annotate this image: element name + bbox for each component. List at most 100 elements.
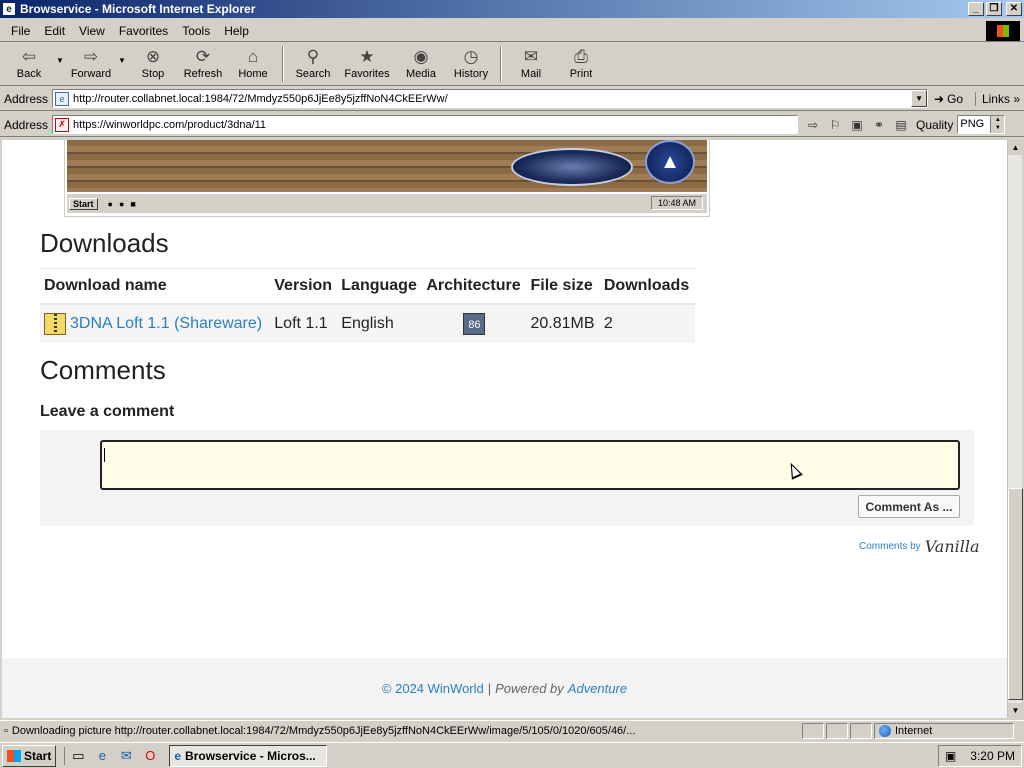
history-icon: ◷ (463, 47, 479, 66)
go-arrow-icon: ➜ (934, 91, 945, 106)
show-desktop-icon[interactable]: ▭ (69, 747, 87, 765)
status-cell (826, 722, 848, 739)
col-downloads: Downloads (599, 268, 695, 305)
firefox-icon: ● (107, 198, 113, 209)
maximize-button[interactable]: ❐ (986, 2, 1002, 16)
col-version: Version (270, 268, 338, 305)
comment-form: Comment As ... (40, 430, 974, 526)
print-icon: ⎙ (574, 47, 588, 66)
opera-icon[interactable]: O (141, 747, 159, 765)
forward-arrow-icon: ⇨ (83, 47, 99, 66)
address-dropdown[interactable]: ▼ (911, 90, 928, 107)
status-cell (802, 722, 824, 739)
taskbar-item-browservice[interactable]: e Browservice - Micros... (169, 744, 328, 767)
back-dropdown[interactable]: ▼ (54, 44, 66, 65)
quality-select[interactable]: PNG ▲ ▼ (957, 115, 1006, 134)
home-button[interactable]: ⌂ Home (228, 44, 278, 84)
go-button[interactable]: ➜ Go (934, 92, 963, 106)
zip-file-icon (44, 313, 66, 335)
quality-control: Quality PNG ▲ ▼ (916, 115, 1006, 134)
col-language: Language (337, 268, 423, 305)
start-button[interactable]: Start (2, 744, 57, 767)
downloads-table: Download name Version Language Architect… (40, 268, 695, 343)
insecure-icon: ✗ (55, 117, 70, 132)
windows-taskbar: Start ▭ e ✉ O e Browservice - Micros... … (0, 742, 1024, 768)
scroll-thumb[interactable] (1008, 488, 1023, 700)
menu-favorites[interactable]: Favorites (112, 24, 175, 38)
mail-button[interactable]: ✉ Mail (506, 44, 556, 84)
page-footer: © 2024 WinWorld | Powered by Adventure (2, 658, 1007, 718)
status-cell (850, 722, 872, 739)
scroll-down-icon[interactable]: ▼ (1008, 703, 1023, 718)
address-input[interactable]: e http://router.collabnet.local:1984/72/… (52, 89, 929, 108)
menu-view[interactable]: View (72, 24, 112, 38)
quick-launch: ▭ e ✉ O (64, 746, 159, 765)
standard-toolbar: ⇦ Back ▼ ⇨ Forward ▼ ⊗ Stop ⟳ Refresh ⌂ Home … (0, 44, 1024, 86)
ie-icon: e (174, 748, 182, 763)
search-button[interactable]: ⚲ Search (288, 44, 338, 84)
page-viewport[interactable]: ▲ Start ● ● ■ 10:48 AM Downloads Download … (2, 140, 1007, 718)
status-bar: ▫ Downloading picture http://router.colla… (0, 720, 1024, 740)
stop-button[interactable]: ⊗ Stop (128, 44, 178, 84)
network-icon[interactable]: ▣ (945, 749, 956, 763)
vanilla-logo: Vanilla (924, 537, 980, 556)
product-screenshot[interactable]: ▲ Start ● ● ■ 10:48 AM (64, 140, 710, 217)
print-button[interactable]: ⎙ Print (556, 44, 606, 84)
vertical-scrollbar[interactable]: ▲ ▼ (1007, 140, 1023, 718)
download-link[interactable]: 3DNA Loft 1.1 (Shareware) (70, 315, 262, 332)
links-button[interactable]: Links » (974, 91, 1020, 106)
copyright-link[interactable]: © 2024 WinWorld (382, 681, 484, 696)
back-button[interactable]: ⇦ Back (4, 44, 54, 84)
address-url: http://router.collabnet.local:1984/72/Mm… (73, 92, 448, 105)
windows-flag-icon (7, 749, 21, 762)
text-caret (104, 448, 105, 462)
browservice-address-input[interactable]: ✗ https://winworldpc.com/product/3dna/11 (52, 115, 799, 134)
minimize-button[interactable]: _ (968, 2, 984, 16)
3dna-logo-icon: ▲ (645, 140, 695, 184)
internet-globe-icon (879, 724, 891, 737)
home-icon: ⌂ (247, 47, 259, 66)
scroll-up-icon[interactable]: ▲ (1008, 140, 1023, 155)
status-message: Downloading picture http://router.collab… (11, 724, 636, 737)
window-icon[interactable]: ▣ (848, 116, 866, 134)
menu-help[interactable]: Help (217, 24, 256, 38)
media-icon: ◉ (413, 47, 429, 66)
stop-icon: ⊗ (145, 47, 161, 66)
history-button[interactable]: ◷ History (446, 44, 496, 84)
favorites-button[interactable]: ★ Favorites (338, 44, 396, 84)
address-bar-ie: Address e http://router.collabnet.local:… (0, 87, 1024, 111)
navigate-arrow-icon[interactable]: ⇨ (804, 116, 822, 134)
size-cell: 20.81MB (526, 304, 600, 343)
screenshot-start: Start (69, 197, 98, 210)
outlook-icon[interactable]: ✉ (117, 747, 135, 765)
forward-button[interactable]: ⇨ Forward (66, 44, 116, 84)
forward-dropdown[interactable]: ▼ (116, 44, 128, 65)
menu-file[interactable]: File (4, 24, 37, 38)
ie-quicklaunch-icon[interactable]: e (93, 747, 111, 765)
favorites-icon: ★ (359, 47, 375, 66)
menu-tools[interactable]: Tools (175, 24, 217, 38)
address-label: Address (4, 91, 49, 106)
leave-comment-label: Leave a comment (40, 403, 175, 420)
comments-by-text: Comments by (859, 541, 921, 552)
media-button[interactable]: ◉ Media (396, 44, 446, 84)
back-arrow-icon: ⇦ (21, 47, 37, 66)
screenshot-taskbar: Start ● ● ■ 10:48 AM (67, 193, 707, 213)
comment-textarea[interactable] (100, 440, 960, 490)
bookmark-icon[interactable]: ⚐ (826, 116, 844, 134)
security-zone: Internet (874, 722, 1014, 739)
vanilla-credit[interactable]: Comments by Vanilla (859, 537, 980, 556)
address-bar-browservice: Address ✗ https://winworldpc.com/product… (0, 113, 1024, 137)
menu-edit[interactable]: Edit (37, 24, 72, 38)
quality-spinner[interactable]: ▲ ▼ (990, 116, 1005, 133)
close-button[interactable]: ✕ (1006, 2, 1022, 16)
app-icon: ■ (130, 198, 136, 209)
screenshot-disc (511, 148, 633, 186)
find-icon[interactable]: ⚭ (870, 116, 888, 134)
comment-as-button[interactable]: Comment As ... (858, 495, 960, 518)
comments-heading: Comments (40, 355, 166, 385)
refresh-button[interactable]: ⟳ Refresh (178, 44, 228, 84)
clipboard-icon[interactable]: ▤ (892, 116, 910, 134)
adventure-link[interactable]: Adventure (568, 681, 627, 696)
refresh-icon: ⟳ (195, 47, 211, 66)
